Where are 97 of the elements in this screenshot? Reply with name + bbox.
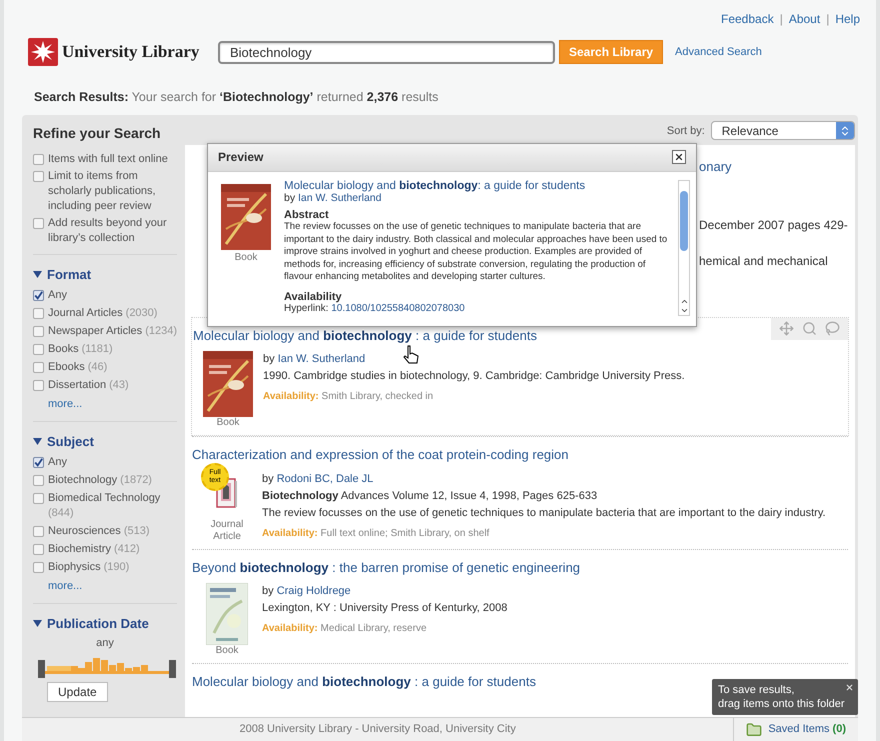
advanced-search-link[interactable]: Advanced Search — [675, 44, 762, 60]
format-label: Book — [234, 250, 258, 265]
result-text: 1990. Cambridge studies in biotechnology, 9. Cambridge: Cambridge University Press. — [263, 369, 686, 384]
checkbox[interactable] — [33, 457, 44, 468]
logo-text: University Library — [62, 41, 200, 64]
availability-text: Availability: Smith Library, checked in — [263, 390, 434, 404]
availability-text: Availability: Medical Library, reserve — [262, 622, 428, 636]
close-button[interactable] — [672, 150, 686, 164]
facet-option: Ebooks (46) — [48, 360, 108, 376]
checkbox[interactable] — [33, 218, 44, 229]
facet-heading[interactable]: Format — [47, 264, 92, 284]
result-title[interactable]: Characterization and expression of the coat protein-coding region — [192, 445, 848, 465]
expand-triangle-icon[interactable] — [33, 437, 42, 446]
preview-title: Preview — [218, 149, 264, 166]
hyperlink-line: Hyperlink: 10.1080/10255840802078030 — [284, 303, 466, 316]
folder-icon — [746, 722, 762, 738]
facet-option: Any — [48, 455, 67, 470]
checkbox[interactable] — [33, 544, 44, 556]
checkbox[interactable] — [33, 308, 44, 320]
facet-option: Neurosciences (513) — [48, 524, 150, 540]
format-label: Book — [216, 417, 240, 430]
result-text: December 2007 pages 429- — [699, 217, 848, 234]
author-link[interactable]: Ian W. Sutherland — [298, 192, 382, 204]
footer-text: 2008 University Library - University Road, University City — [238, 722, 517, 738]
expand-triangle-icon[interactable] — [33, 270, 42, 279]
filter-label: Items with full text online — [48, 152, 168, 167]
result-item[interactable]: Beyond biotechnology : the barren promise of genetic engineering Book by Craig Holdrege Lexington, KY : University Press of Kenturky, 2008 Availability: Medical Library, reserve — [192, 548, 848, 664]
update-button[interactable]: Update — [47, 682, 108, 702]
logo-icon — [28, 38, 58, 66]
checkbox[interactable] — [33, 380, 44, 392]
move-icon[interactable] — [778, 321, 794, 336]
result-title[interactable]: Beyond biotechnology : the barren promise of genetic engineering — [192, 558, 848, 578]
facet-option: Dissertation (43) — [48, 378, 129, 394]
author-line: by Ian W. Sutherland — [263, 352, 366, 368]
result-text: hemical and mechanical — [699, 253, 829, 270]
result-text: The review focusses on the use of genetic techniques to manipulate bacteria that are important to the dairy industry. — [262, 506, 827, 521]
search-field[interactable]: Biotechnology — [218, 40, 555, 64]
refine-heading: Refine your Search — [33, 124, 162, 143]
saved-items-button[interactable]: Saved Items (0) — [733, 718, 858, 741]
checkbox[interactable] — [33, 344, 44, 356]
header-link[interactable]: About — [788, 10, 820, 28]
link-separator: | — [826, 11, 830, 28]
close-icon[interactable] — [845, 683, 854, 692]
more-link[interactable]: more... — [33, 578, 177, 595]
search-summary: Search Results: Your search for ‘Biotechnology’ returned 2,376 results — [33, 89, 440, 106]
header-link[interactable]: Feedback — [721, 10, 774, 28]
author-link[interactable]: Craig Holdrege — [276, 585, 351, 598]
checkbox[interactable] — [33, 362, 44, 374]
checkbox[interactable] — [33, 475, 44, 486]
checkbox[interactable] — [33, 326, 44, 338]
sort-label: Sort by: — [666, 124, 705, 138]
expand-triangle-icon[interactable] — [33, 619, 42, 628]
more-link[interactable]: more... — [33, 396, 177, 413]
lasso-icon[interactable] — [824, 321, 840, 336]
checkbox[interactable] — [33, 170, 44, 182]
availability-heading: Availability — [284, 290, 343, 304]
scrollbar[interactable] — [678, 180, 690, 316]
author-line: by Rodoni BC, Dale JL — [262, 472, 374, 487]
sort-select[interactable]: Relevance — [710, 121, 855, 140]
abstract-text: The review focusses on the use of genetic techniques to manipulate bacteria that are important to the dairy industry. Both classical and molecular approaches have been used to improve strains involved in yoghurt and cheese production. Examples are provided of methods for, increasing efficiency of substrate conversion, regulating the production of flavour enhancing metabolites and developing starter cultures. — [284, 221, 668, 284]
facet-option: Books (1181) — [48, 342, 113, 358]
result-text: Lexington, KY : University Press of Kenturky, 2008 — [262, 601, 508, 616]
format-label: Book — [216, 645, 238, 658]
header-link[interactable]: Help — [835, 10, 860, 28]
link-separator: | — [780, 11, 783, 28]
author-line: by Craig Holdrege — [262, 584, 351, 600]
checkbox[interactable] — [33, 154, 44, 165]
facet-option: Biotechnology (1872) — [48, 473, 152, 488]
doi-link[interactable]: 10.1080/10255840802078030 — [331, 303, 465, 314]
checkbox[interactable] — [33, 493, 44, 504]
abstract-heading: Abstract — [284, 208, 330, 222]
author-line: by Ian W. Sutherland — [284, 192, 382, 205]
facet-option: Newspaper Articles (1234) — [48, 324, 177, 340]
checkbox[interactable] — [33, 290, 44, 302]
facet-heading[interactable]: Subject — [47, 432, 94, 452]
facet-option: Biomedical Technology (844) — [48, 491, 177, 522]
hand-cursor-icon — [403, 344, 419, 365]
date-value: any — [95, 636, 115, 652]
format-label: Journal Article — [210, 518, 244, 543]
facet-heading[interactable]: Publication Date — [47, 614, 149, 634]
close-icon — [674, 152, 684, 162]
preview-item-title[interactable]: Molecular biology and biotechnology: a guide for students — [284, 180, 672, 192]
search-icon[interactable] — [802, 321, 817, 336]
result-text: Biotechnology Advances Volume 12, Issue 4, 1998, Pages 625-633 — [262, 488, 598, 504]
checkbox[interactable] — [33, 526, 44, 538]
facet-option: Biophysics (190) — [48, 560, 130, 576]
filter-label: Limit to items from scholarly publications, including peer review — [48, 168, 157, 214]
result-text: onary — [699, 158, 733, 176]
filter-label: Add results beyond your library’s collection — [48, 216, 168, 246]
facet-option: Journal Articles (2030) — [48, 306, 158, 322]
facet-option: Any — [48, 288, 67, 304]
checkbox[interactable] — [33, 562, 44, 574]
author-link[interactable]: Rodoni BC, Dale JL — [276, 472, 374, 485]
facet-option: Biochemistry (412) — [48, 542, 140, 558]
availability-text: Availability: Full text online; Smith Library, on shelf — [262, 526, 490, 541]
save-tooltip: To save results, drag items onto this folder — [712, 679, 858, 715]
author-link[interactable]: Ian W. Sutherland — [278, 353, 366, 366]
